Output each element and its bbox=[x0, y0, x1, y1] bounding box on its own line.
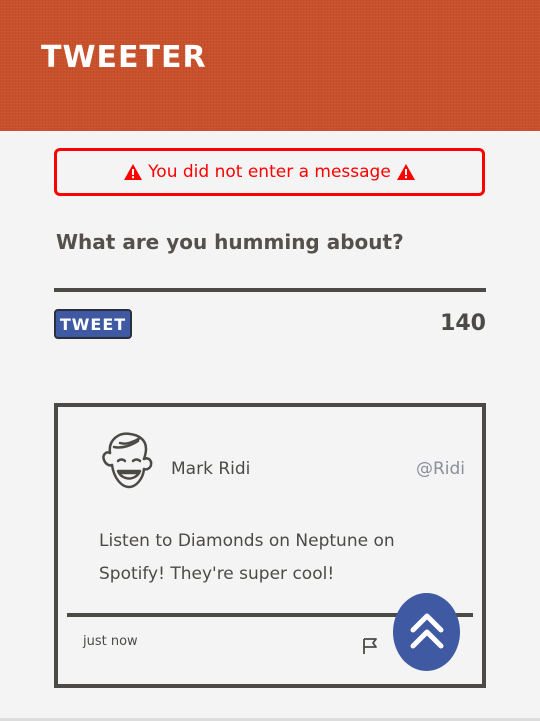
scroll-to-top-button[interactable] bbox=[393, 593, 460, 671]
site-header: Tweeter bbox=[0, 0, 540, 131]
error-banner: You did not enter a message bbox=[54, 148, 485, 196]
error-message: You did not enter a message bbox=[148, 162, 391, 182]
flag-icon[interactable] bbox=[362, 637, 378, 655]
warning-icon bbox=[124, 164, 143, 180]
avatar-icon bbox=[102, 432, 153, 489]
tweet-text: Listen to Diamonds on Neptune on Spotify… bbox=[99, 531, 395, 584]
warning-icon bbox=[396, 164, 415, 180]
compose-underline bbox=[54, 288, 486, 292]
double-chevron-up-icon bbox=[410, 613, 443, 649]
tweet-timestamp: just now bbox=[83, 634, 138, 649]
user-name: Mark Ridi bbox=[171, 459, 251, 479]
char-counter: 140 bbox=[440, 311, 486, 336]
user-handle: @Ridi bbox=[415, 459, 465, 479]
tweet-button[interactable]: Tweet bbox=[54, 309, 132, 339]
compose-prompt-input[interactable]: What are you humming about? bbox=[56, 230, 404, 254]
brand-logo[interactable]: Tweeter bbox=[41, 38, 207, 78]
